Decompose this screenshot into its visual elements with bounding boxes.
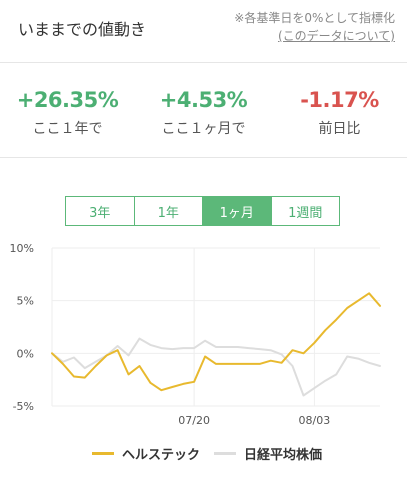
stat-label: ここ１年で — [32, 121, 103, 137]
price-history-panel: いままでの値動き ※各基準日を0%として指標化 (このデータについて) +26.… — [0, 0, 407, 500]
legend-item-index: 日経平均株価 — [214, 444, 322, 463]
data-info-link[interactable]: (このデータについて) — [234, 27, 395, 45]
stat-one-month: +4.53% ここ１ヶ月で — [136, 88, 271, 138]
performance-stats: +26.35% ここ１年で +4.53% ここ１ヶ月で -1.17% 前日比 — [0, 63, 407, 158]
y-tick-label: 5% — [17, 295, 34, 308]
tab-3-years[interactable]: 3年 — [66, 197, 135, 225]
stat-one-year: +26.35% ここ１年で — [0, 88, 135, 138]
stat-value: +26.35% — [16, 88, 119, 112]
price-chart: 10% 5% 0% -5% 07/20 08/03 — [10, 242, 381, 427]
series-line-index — [51, 337, 381, 397]
period-tabs: 3年 1年 1ヶ月 1週間 — [65, 196, 340, 226]
series-line-fund — [51, 292, 381, 392]
y-tick-label: 10% — [10, 242, 34, 255]
legend-swatch-index — [214, 452, 236, 455]
index-note-text: ※各基準日を0%として指標化 — [234, 11, 395, 25]
tab-1-week[interactable]: 1週間 — [272, 197, 340, 225]
tab-1-month[interactable]: 1ヶ月 — [203, 197, 272, 225]
stat-label: ここ１ヶ月で — [161, 121, 246, 137]
y-tick-label: 0% — [17, 347, 34, 360]
stat-value: -1.17% — [300, 88, 379, 112]
chart-legend: ヘルステック 日経平均株価 — [0, 444, 407, 468]
panel-title: いままでの値動き — [18, 20, 147, 39]
x-tick-label: 07/20 — [178, 414, 210, 427]
legend-swatch-fund — [92, 452, 114, 455]
tab-1-year[interactable]: 1年 — [135, 197, 203, 225]
index-note: ※各基準日を0%として指標化 (このデータについて) — [234, 9, 395, 45]
x-tick-label: 08/03 — [299, 414, 331, 427]
stat-label: 前日比 — [318, 121, 361, 137]
y-tick-label: -5% — [13, 400, 34, 413]
stat-previous-day: -1.17% 前日比 — [272, 88, 407, 138]
stat-value: +4.53% — [159, 88, 248, 112]
legend-label-index: 日経平均株価 — [244, 448, 323, 463]
legend-item-fund: ヘルステック — [92, 444, 200, 463]
panel-header: いままでの値動き ※各基準日を0%として指標化 (このデータについて) — [0, 0, 407, 63]
legend-label-fund: ヘルステック — [122, 448, 201, 463]
